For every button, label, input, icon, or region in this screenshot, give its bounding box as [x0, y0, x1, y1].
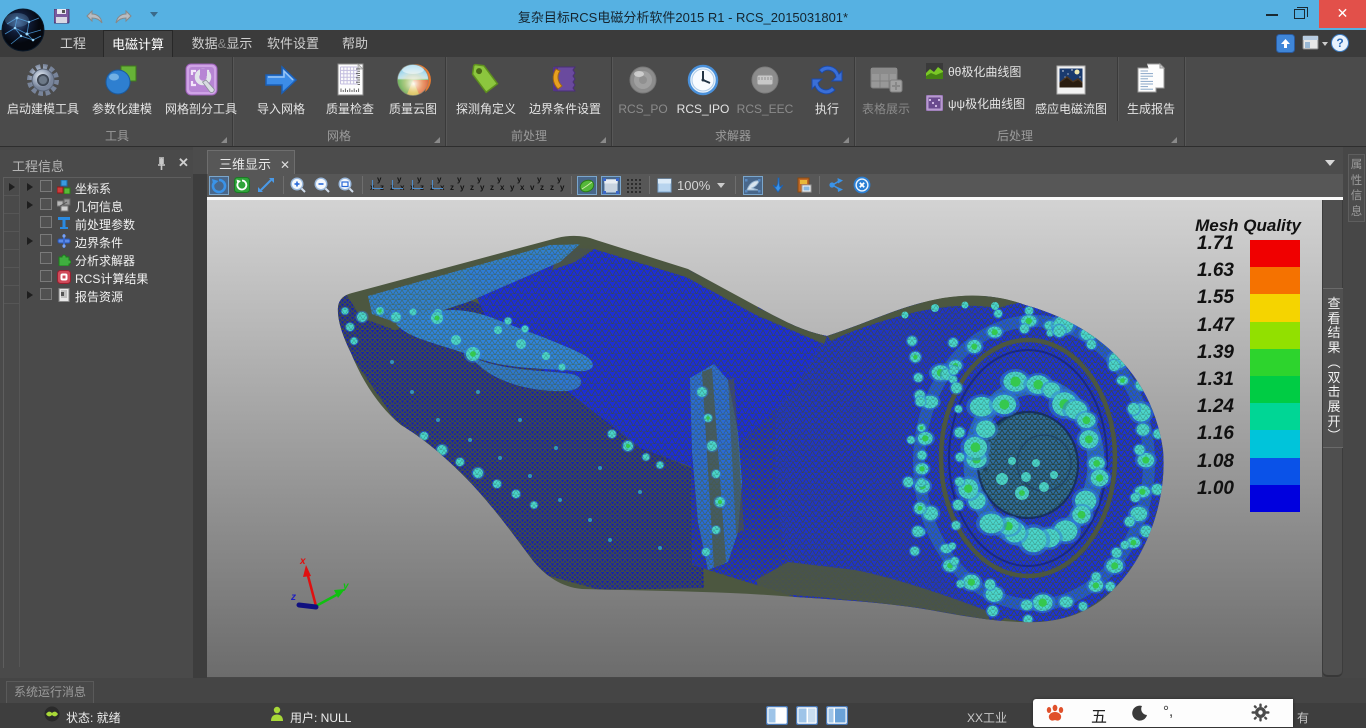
- svg-text:x: x: [299, 556, 306, 567]
- svg-text:z: z: [290, 592, 296, 603]
- svg-text:y: y: [342, 581, 349, 592]
- svg-text:?: ?: [1336, 36, 1343, 50]
